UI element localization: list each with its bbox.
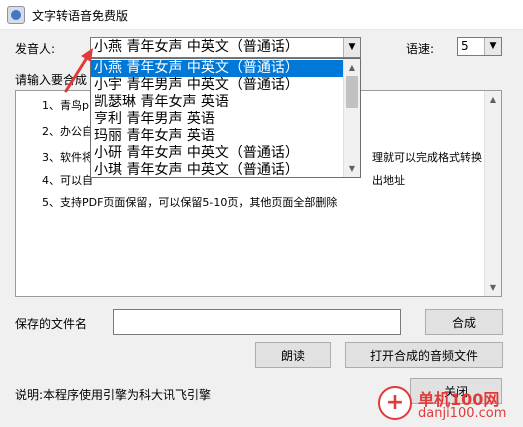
dropdown-scrollbar[interactable]: ▲ ▼ [343, 59, 360, 177]
text-line: 2、办公自 [42, 125, 93, 138]
voice-option[interactable]: 小琪 青年女声 中英文（普通话） [91, 162, 344, 177]
chevron-down-icon: ▼ [489, 41, 497, 51]
synthesize-button[interactable]: 合成 [425, 309, 503, 335]
save-filename-input[interactable] [113, 309, 401, 335]
scroll-up-icon[interactable]: ▲ [485, 91, 501, 108]
watermark: + 单机100网 danji100.com [378, 384, 523, 427]
title-bar: 文字转语音免费版 [0, 0, 523, 30]
window-title: 文字转语音免费版 [32, 9, 129, 23]
text-line: 1、青鸟p [42, 99, 89, 112]
voice-select-value: 小燕 青年女声 中英文（普通话） [94, 39, 299, 55]
voice-option[interactable]: 小研 青年女声 中英文（普通话） [91, 145, 344, 162]
text-line: 3、软件将 [42, 151, 93, 164]
text-area-scrollbar[interactable]: ▲ ▼ [484, 91, 501, 296]
footer-note: 说明:本程序使用引擎为科大讯飞引擎 [15, 388, 212, 402]
speed-label: 语速: [406, 42, 435, 56]
read-aloud-button[interactable]: 朗读 [255, 342, 331, 368]
speed-select[interactable]: 5 ▼ [457, 37, 502, 56]
scroll-down-icon[interactable]: ▼ [344, 160, 360, 177]
dropdown-scroll-thumb[interactable] [346, 76, 358, 108]
watermark-url: danji100.com [418, 406, 507, 421]
voice-dropdown-list[interactable]: 小燕 青年女声 中英文（普通话） 小宇 青年男声 中英文（普通话） 凯瑟琳 青年… [90, 58, 361, 178]
text-line: 5、支持PDF页面保留，可以保留5-10页，其他页面全部删除 [42, 196, 338, 209]
red-arrow-icon [64, 48, 93, 93]
voice-option[interactable]: 小燕 青年女声 中英文（普通话） [91, 60, 344, 77]
voice-select-button[interactable]: ▼ [343, 38, 360, 57]
chevron-down-icon: ▼ [348, 42, 356, 52]
scroll-up-icon[interactable]: ▲ [344, 59, 360, 76]
voice-select[interactable]: 小燕 青年女声 中英文（普通话） ▼ [90, 37, 361, 58]
voice-label: 发音人: [15, 42, 56, 56]
voice-option[interactable]: 凯瑟琳 青年女声 英语 [91, 94, 344, 111]
speed-select-value: 5 [461, 39, 469, 53]
voice-option[interactable]: 亨利 青年男声 英语 [91, 111, 344, 128]
voice-option[interactable]: 玛丽 青年女声 英语 [91, 128, 344, 145]
scroll-down-icon[interactable]: ▼ [485, 279, 501, 296]
app-icon [7, 6, 25, 24]
open-audio-file-button[interactable]: 打开合成的音频文件 [345, 342, 503, 368]
text-line: 4、可以自 [42, 174, 93, 187]
save-filename-label: 保存的文件名 [15, 317, 88, 331]
speed-select-button[interactable]: ▼ [484, 38, 501, 55]
text-line-fragment: 理就可以完成格式转换 [372, 151, 482, 164]
text-line-fragment: 出地址 [372, 174, 405, 187]
plus-logo-icon: + [378, 386, 412, 420]
voice-option[interactable]: 小宇 青年男声 中英文（普通话） [91, 77, 344, 94]
